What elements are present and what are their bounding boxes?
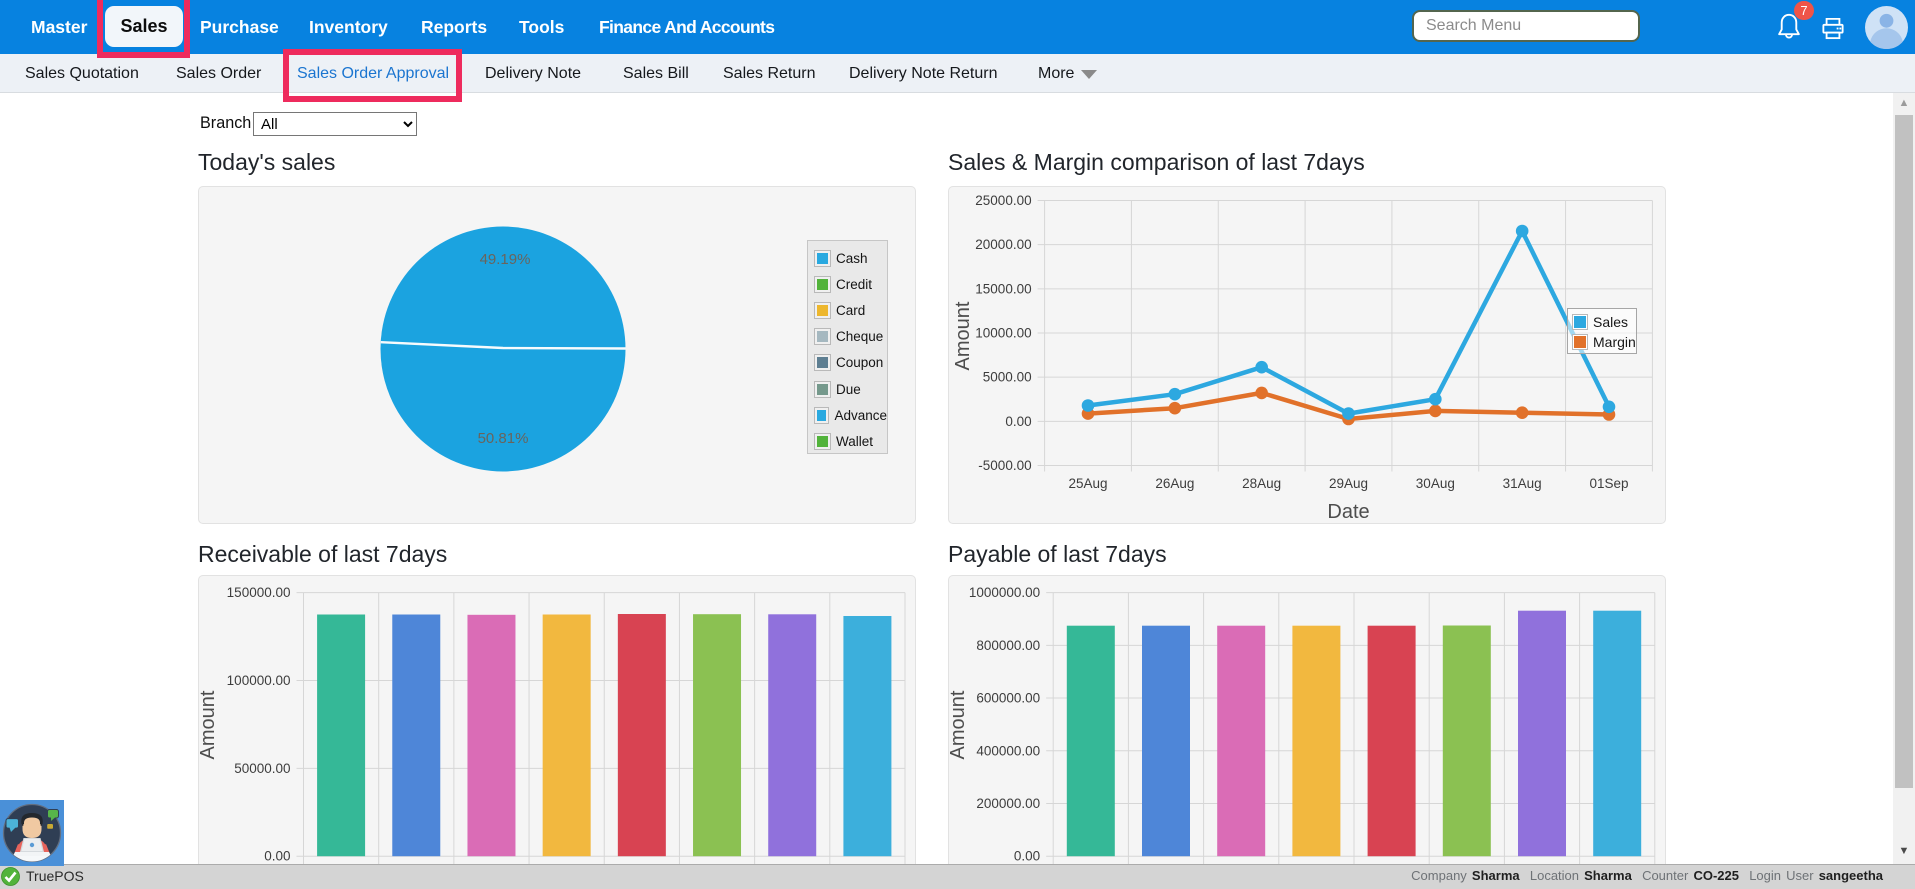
svg-text:100000.00: 100000.00: [227, 673, 291, 688]
svg-text:-5000.00: -5000.00: [978, 458, 1031, 473]
svg-text:5000.00: 5000.00: [983, 370, 1032, 385]
svg-text:200000.00: 200000.00: [976, 796, 1040, 811]
svg-text:0.00: 0.00: [264, 849, 290, 864]
svg-text:600000.00: 600000.00: [976, 691, 1040, 706]
svg-text:50.81%: 50.81%: [478, 430, 529, 447]
svg-text:1000000.00: 1000000.00: [969, 585, 1040, 600]
svg-text:28Aug: 28Aug: [1242, 476, 1281, 491]
svg-text:25000.00: 25000.00: [975, 193, 1031, 208]
svg-text:Date: Date: [1327, 501, 1369, 523]
svg-text:01Sep: 01Sep: [1589, 476, 1628, 491]
svg-text:25Aug: 25Aug: [1068, 476, 1107, 491]
svg-text:800000.00: 800000.00: [976, 638, 1040, 653]
svg-text:150000.00: 150000.00: [227, 585, 291, 600]
svg-text:31Aug: 31Aug: [1503, 476, 1542, 491]
svg-text:Amount: Amount: [952, 301, 974, 370]
svg-text:29Aug: 29Aug: [1329, 476, 1368, 491]
svg-text:50000.00: 50000.00: [234, 761, 290, 776]
svg-text:26Aug: 26Aug: [1155, 476, 1194, 491]
svg-text:10000.00: 10000.00: [975, 326, 1031, 341]
svg-text:30Aug: 30Aug: [1416, 476, 1455, 491]
svg-text:49.19%: 49.19%: [480, 251, 531, 268]
svg-text:0.00: 0.00: [1005, 414, 1031, 429]
svg-text:Amount: Amount: [198, 690, 219, 759]
svg-text:400000.00: 400000.00: [976, 743, 1040, 758]
svg-text:0.00: 0.00: [1014, 849, 1040, 864]
svg-text:Amount: Amount: [948, 690, 969, 759]
svg-text:15000.00: 15000.00: [975, 281, 1031, 296]
svg-text:20000.00: 20000.00: [975, 237, 1031, 252]
